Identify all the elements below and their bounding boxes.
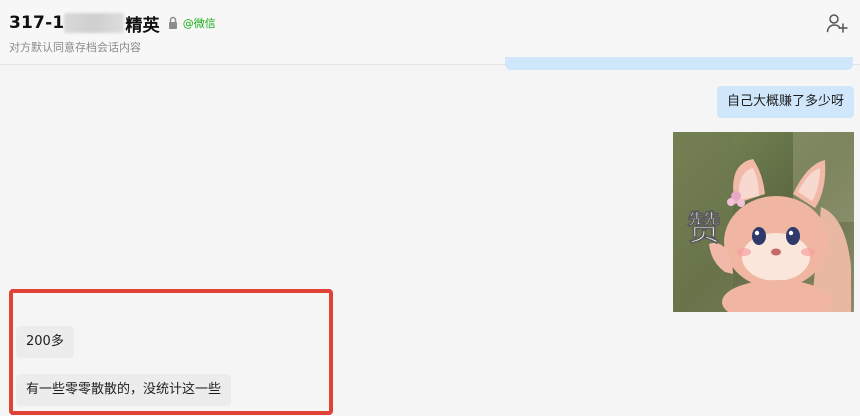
message-bubble-self[interactable]: 自己大概赚了多少呀: [717, 86, 855, 118]
chat-title-prefix: 317-1: [9, 13, 65, 33]
sticker-caption: 赞: [687, 209, 721, 249]
chat-header: 317-1 精英 @微信 对方默认同意存档会话内容: [0, 0, 860, 65]
previous-message-bubble-edge: [505, 57, 853, 70]
sticker-image[interactable]: 赞: [673, 132, 854, 312]
chat-window: 317-1 精英 @微信 对方默认同意存档会话内容 自己大概赚了多少呀 赞 20…: [0, 0, 860, 416]
chat-title: 317-1 精英 @微信: [9, 11, 216, 36]
message-bubble-other[interactable]: 有一些零零散散的，没统计这一些: [16, 374, 232, 406]
wechat-tag: @微信: [182, 17, 216, 30]
lock-icon: [168, 16, 178, 30]
chat-title-suffix: 精英: [125, 15, 160, 36]
add-member-icon[interactable]: [826, 12, 848, 34]
redacted-name-blur: [64, 13, 125, 33]
message-bubble-other[interactable]: 200多: [16, 326, 74, 358]
archive-notice: 对方默认同意存档会话内容: [9, 41, 141, 54]
